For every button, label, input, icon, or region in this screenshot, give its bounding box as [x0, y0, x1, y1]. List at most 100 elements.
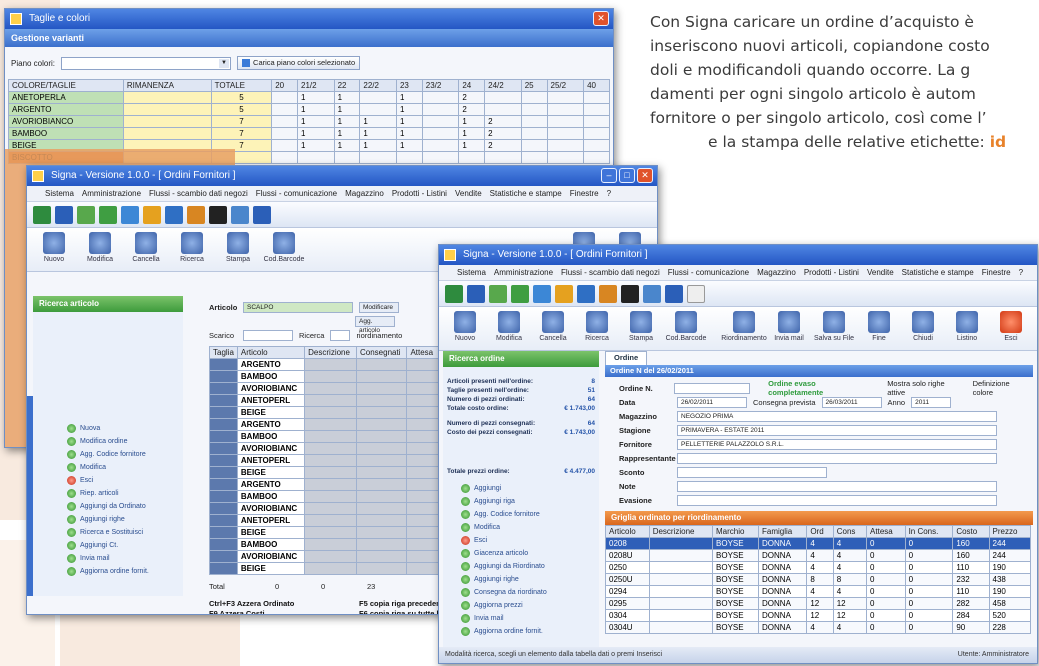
- toolbar-button[interactable]: Listino: [951, 311, 983, 346]
- toolbar-button[interactable]: Fine: [863, 311, 895, 346]
- load-piano-button[interactable]: Carica piano colori selezionato: [237, 56, 361, 70]
- size-qty-cell[interactable]: [359, 91, 397, 104]
- column-header[interactable]: 24: [458, 79, 486, 92]
- task-link[interactable]: Riep. articoli: [67, 487, 183, 500]
- size-qty-cell[interactable]: [583, 139, 610, 152]
- qty-cell[interactable]: [304, 358, 357, 371]
- table-row[interactable]: ANETOPERLA 5 1 1 1 2: [8, 91, 610, 104]
- qty-cell[interactable]: [304, 418, 357, 431]
- toolbar-button[interactable]: Cancella: [537, 311, 569, 346]
- table-row[interactable]: ANETOPERL: [209, 514, 439, 527]
- task-link[interactable]: Esci: [461, 534, 599, 547]
- qty-cell[interactable]: [304, 550, 357, 563]
- column-header[interactable]: Descrizione: [304, 346, 357, 359]
- menu-item[interactable]: Amministrazione: [82, 189, 141, 198]
- toolbar-button[interactable]: Cod.Barcode: [264, 232, 304, 267]
- menu-item[interactable]: Sistema: [457, 268, 486, 277]
- size-qty-cell[interactable]: 1: [333, 103, 361, 116]
- qty-cell[interactable]: [304, 502, 357, 515]
- qty-cell[interactable]: [406, 550, 439, 563]
- modify-button[interactable]: Modificare: [359, 301, 399, 313]
- toolbar-button[interactable]: Ricerca: [581, 311, 613, 346]
- table-row[interactable]: BEIGE: [209, 562, 439, 575]
- qty-cell[interactable]: [304, 538, 357, 551]
- qty-cell[interactable]: [355, 526, 408, 539]
- menu-item[interactable]: Finestre: [570, 189, 599, 198]
- size-qty-cell[interactable]: 1: [333, 115, 361, 128]
- task-link[interactable]: Aggiorna prezzi: [461, 599, 599, 612]
- quick-tool-icon[interactable]: [643, 285, 661, 303]
- size-qty-cell[interactable]: [359, 103, 397, 116]
- qty-cell[interactable]: [406, 562, 439, 575]
- table-row[interactable]: BEIGE: [209, 526, 439, 539]
- size-qty-cell[interactable]: [333, 151, 361, 164]
- table-row[interactable]: ANETOPERL: [209, 394, 439, 407]
- size-qty-cell[interactable]: 1: [297, 127, 335, 140]
- column-header[interactable]: Articolo: [236, 346, 306, 359]
- table-row[interactable]: BEIGE: [209, 406, 439, 419]
- quick-tool-icon[interactable]: [99, 206, 117, 224]
- barcode-icon[interactable]: [621, 285, 639, 303]
- menu-item[interactable]: Flussi - scambio dati negozi: [561, 268, 660, 277]
- size-qty-cell[interactable]: 1: [458, 115, 486, 128]
- qty-cell[interactable]: [406, 526, 439, 539]
- field-input[interactable]: 26/02/2011: [677, 396, 747, 408]
- column-header[interactable]: 22/2: [359, 79, 397, 92]
- qty-cell[interactable]: [355, 406, 408, 419]
- size-qty-cell[interactable]: [520, 151, 548, 164]
- barcode-icon[interactable]: [209, 206, 227, 224]
- quick-tool-icon[interactable]: [445, 285, 463, 303]
- task-link[interactable]: Aggiungi riga: [461, 495, 599, 508]
- field-input[interactable]: [677, 466, 827, 478]
- tab-ordine[interactable]: Ordine: [605, 351, 648, 365]
- toolbar-button[interactable]: Stampa: [221, 232, 255, 267]
- size-qty-cell[interactable]: [546, 151, 585, 164]
- quick-tool-icon[interactable]: [467, 285, 485, 303]
- task-link[interactable]: Invia mail: [67, 552, 183, 565]
- qty-cell[interactable]: [355, 382, 408, 395]
- column-header[interactable]: In Cons.: [904, 525, 954, 538]
- size-qty-cell[interactable]: [271, 139, 299, 152]
- qty-cell[interactable]: [355, 550, 408, 563]
- task-link[interactable]: Aggiungi righe: [461, 573, 599, 586]
- table-row[interactable]: BAMBOO: [209, 430, 439, 443]
- task-link[interactable]: Giacenza articolo: [461, 547, 599, 560]
- size-qty-cell[interactable]: [421, 139, 460, 152]
- table-row[interactable]: ARGENTO: [209, 418, 439, 431]
- menu-item[interactable]: Vendite: [867, 268, 894, 277]
- size-qty-cell[interactable]: [484, 103, 522, 116]
- size-qty-cell[interactable]: [271, 115, 299, 128]
- task-link[interactable]: Invia mail: [461, 612, 599, 625]
- column-header[interactable]: Marchio: [712, 525, 760, 538]
- menu-item[interactable]: Amministrazione: [494, 268, 553, 277]
- table-row[interactable]: 0208 BOYSE DONNA 4 4 0 0 160 244: [605, 537, 1032, 550]
- table-row[interactable]: BAMBOO: [209, 490, 439, 503]
- size-qty-cell[interactable]: [520, 127, 548, 140]
- size-qty-cell[interactable]: 1: [297, 115, 335, 128]
- size-qty-cell[interactable]: 2: [458, 103, 486, 116]
- size-qty-cell[interactable]: 1: [395, 127, 423, 140]
- column-header[interactable]: 22: [333, 79, 361, 92]
- size-qty-cell[interactable]: 2: [484, 127, 522, 140]
- task-link[interactable]: Consegna da riordinato: [461, 586, 599, 599]
- field-input[interactable]: PRIMAVERA - ESTATE 2011: [677, 424, 997, 436]
- size-qty-cell[interactable]: [395, 151, 423, 164]
- field-input[interactable]: PELLETTERIE PALAZZOLO S.R.L.: [677, 438, 997, 450]
- toolbar-button[interactable]: Stampa: [625, 311, 657, 346]
- scarico-select[interactable]: [243, 329, 293, 341]
- size-qty-cell[interactable]: 1: [333, 139, 361, 152]
- size-qty-cell[interactable]: [583, 151, 610, 164]
- qty-cell[interactable]: [406, 394, 439, 407]
- qty-cell[interactable]: [304, 442, 357, 455]
- quick-tool-icon[interactable]: [77, 206, 95, 224]
- task-link[interactable]: Ricerca e Sostituisci: [67, 526, 183, 539]
- quick-tool-icon[interactable]: [555, 285, 573, 303]
- size-qty-cell[interactable]: [297, 151, 335, 164]
- quick-tool-icon[interactable]: [187, 206, 205, 224]
- qty-cell[interactable]: [406, 514, 439, 527]
- qty-cell[interactable]: [406, 406, 439, 419]
- qty-cell[interactable]: [355, 442, 408, 455]
- size-qty-cell[interactable]: 1: [297, 91, 335, 104]
- toolbar-button[interactable]: Modifica: [493, 311, 525, 346]
- size-qty-cell[interactable]: 1: [458, 127, 486, 140]
